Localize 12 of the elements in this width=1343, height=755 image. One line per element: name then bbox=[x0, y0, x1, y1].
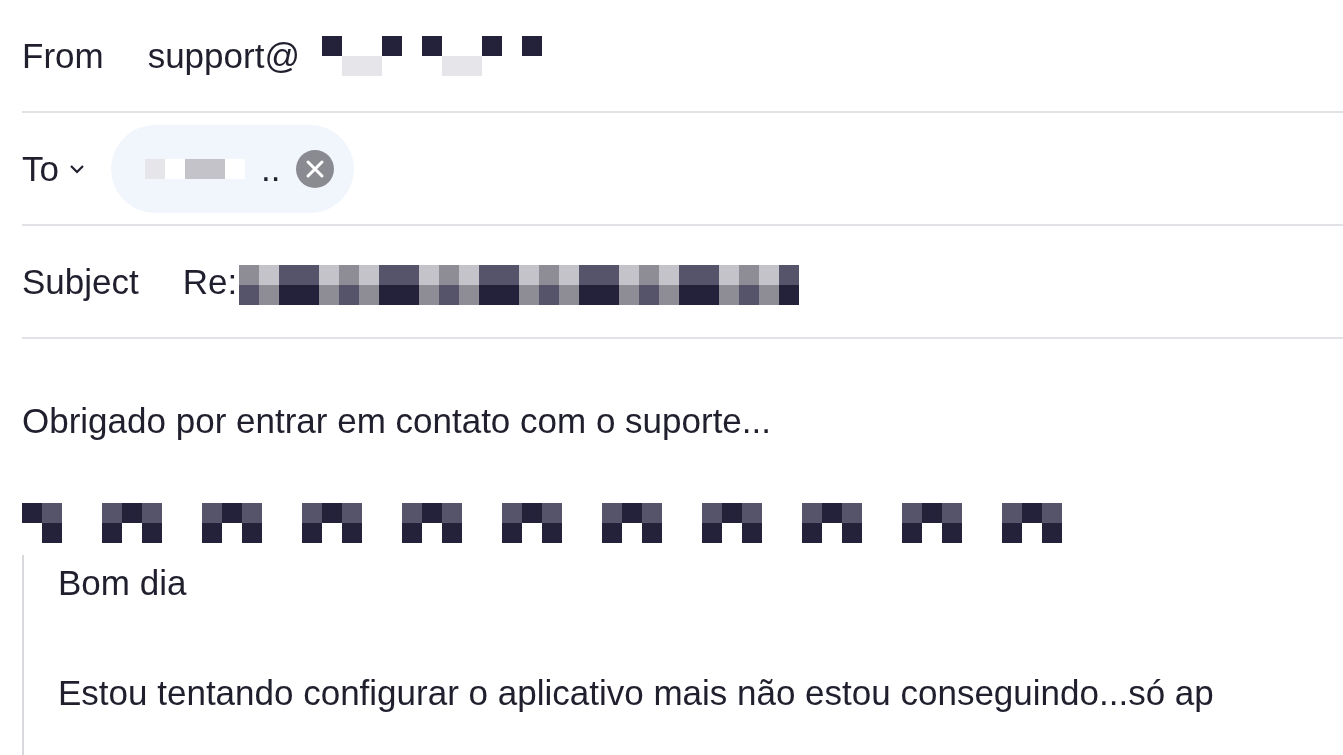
subject-label: Subject bbox=[22, 261, 139, 302]
to-dropdown[interactable]: To bbox=[22, 148, 85, 189]
quoted-text: Bom dia bbox=[58, 562, 188, 604]
from-label: From bbox=[22, 35, 104, 76]
sender-address: support@ bbox=[147, 35, 300, 76]
subject-text: Re: bbox=[182, 261, 238, 302]
recipient-chip[interactable]: .. bbox=[110, 124, 355, 213]
recipient-name: .. bbox=[260, 148, 281, 189]
message-text: Obrigado por entrar em contato com o suporte... bbox=[22, 401, 772, 441]
quoted-text: Estou tentando configurar o aplicativo mais não estou conseguindo...só ap bbox=[58, 672, 1215, 714]
chevron-down-icon bbox=[68, 163, 85, 174]
remove-icon[interactable] bbox=[296, 149, 335, 188]
